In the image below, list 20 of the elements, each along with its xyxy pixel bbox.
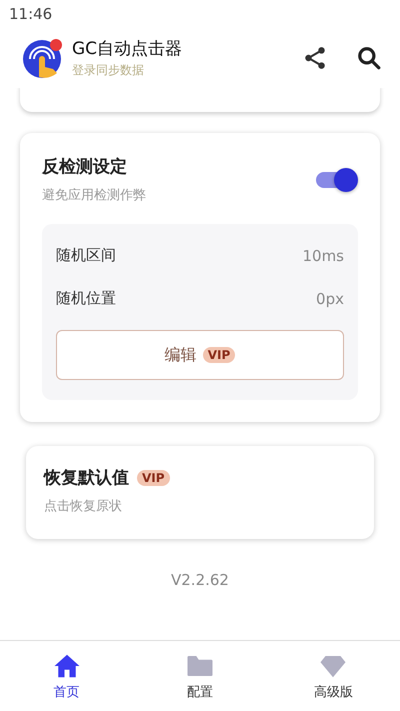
nav-tab[interactable]: 首页 xyxy=(16,651,117,701)
setting-value: 0px xyxy=(316,290,344,308)
version-label: V2.2.62 xyxy=(171,571,229,589)
search-icon[interactable] xyxy=(356,45,382,71)
section-title: 反检测设定 xyxy=(42,156,128,178)
status-time: 11:46 xyxy=(9,5,52,23)
restore-description: 点击恢复原状 xyxy=(44,498,123,515)
app-title: GC自动点击器 xyxy=(72,38,184,60)
setting-label: 随机位置 xyxy=(56,289,116,308)
vip-badge: VIP xyxy=(202,347,236,363)
edit-button[interactable]: 编辑 VIP xyxy=(56,330,344,380)
setting-value: 10ms xyxy=(302,246,344,264)
section-description: 避免应用检测作弊 xyxy=(42,187,146,204)
nav-tab[interactable]: 配置 xyxy=(150,651,250,701)
app-logo-icon xyxy=(22,37,64,79)
setting-label: 随机区间 xyxy=(56,246,116,265)
vip-badge: VIP xyxy=(137,470,170,486)
nav-tab[interactable]: 高级版 xyxy=(283,651,384,701)
restore-card[interactable]: 恢复默认值 VIP 点击恢复原状 xyxy=(26,446,374,539)
restore-title: 恢复默认值 xyxy=(44,467,129,489)
